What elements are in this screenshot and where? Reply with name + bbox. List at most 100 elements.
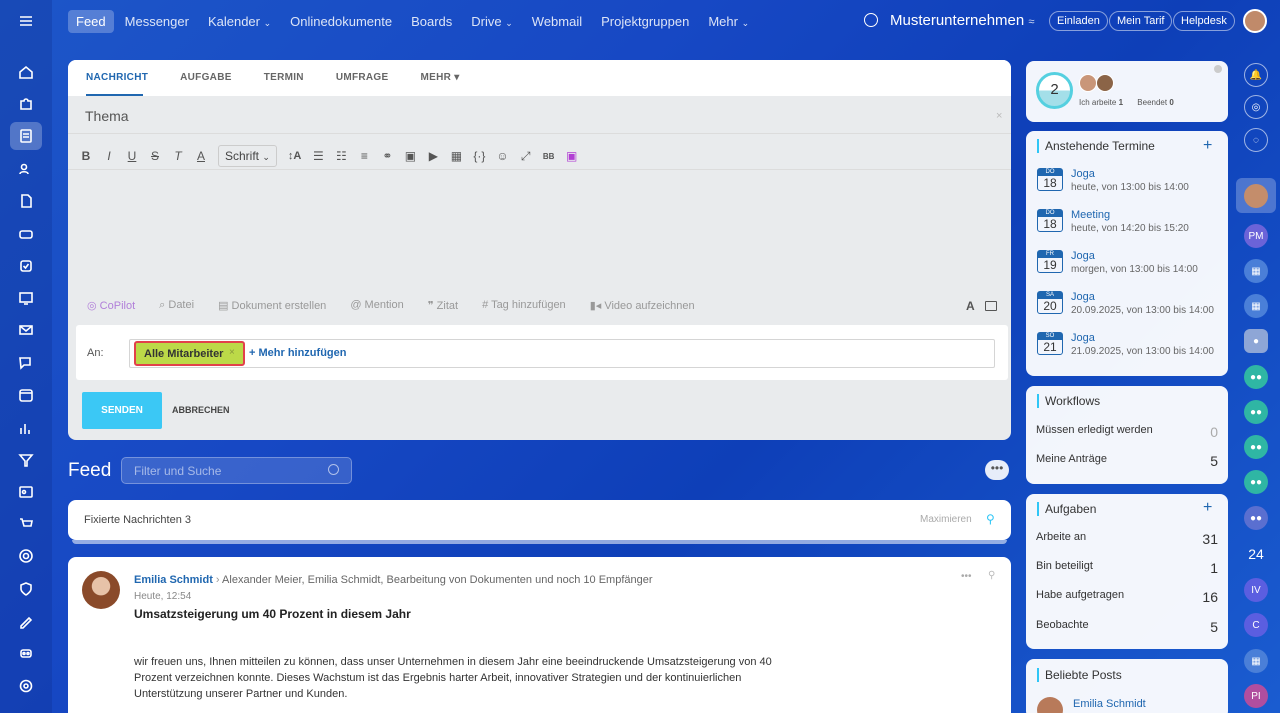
group-chat-icon[interactable]: ●● (1244, 365, 1268, 389)
helpdesk-button[interactable]: Helpdesk (1173, 11, 1235, 31)
contact-card-icon[interactable] (10, 478, 42, 506)
chat-icon[interactable] (10, 349, 42, 377)
cancel-button[interactable]: ABBRECHEN (172, 405, 230, 415)
event-name[interactable]: Joga (1071, 332, 1214, 344)
chat-avatar-iv[interactable]: IV (1244, 578, 1268, 602)
menu-icon[interactable] (10, 7, 42, 35)
record-video-button[interactable]: ▮◂ Video aufzeichnen (590, 299, 695, 312)
tasks-icon[interactable] (10, 252, 42, 280)
event-item[interactable]: DO 18 Joga heute, von 13:00 bis 14:00 (1037, 168, 1189, 193)
fullscreen-icon[interactable]: ⤢ (520, 149, 532, 164)
event-name[interactable]: Joga (1071, 291, 1214, 303)
group-chat-icon[interactable]: ●● (1244, 470, 1268, 494)
add-event-icon[interactable]: + (1203, 137, 1212, 155)
copilot-icon[interactable]: ◎ (1244, 95, 1268, 119)
nav-messenger[interactable]: Messenger (117, 10, 197, 33)
mention-button[interactable]: @ Mention (350, 299, 403, 312)
add-tag-button[interactable]: # Tag hinzufügen (482, 299, 566, 312)
company-name[interactable]: Musterunternehmen ≈ (890, 12, 1034, 29)
group-chat-icon[interactable]: ●● (1244, 435, 1268, 459)
workflow-row[interactable]: Müssen erledigt werden 0 (1036, 424, 1218, 440)
numbered-list-icon[interactable]: ☰ (312, 149, 324, 163)
nav-feed[interactable]: Feed (68, 9, 114, 33)
cart-icon[interactable] (10, 510, 42, 538)
author-avatar[interactable] (82, 571, 120, 609)
chat-avatar-pm[interactable]: PM (1244, 224, 1268, 248)
link-icon[interactable]: ⚭ (381, 149, 393, 163)
post-author[interactable]: Emilia Schmidt (134, 574, 213, 586)
group-avatar[interactable]: ▦ (1244, 649, 1268, 673)
target-icon[interactable] (10, 542, 42, 570)
my-plan-button[interactable]: Mein Tarif (1109, 11, 1173, 31)
settings-icon[interactable] (1214, 65, 1222, 73)
chat-badge-24[interactable]: 24 (1244, 542, 1268, 566)
close-icon[interactable]: × (996, 110, 1002, 122)
tab-event[interactable]: TERMIN (264, 72, 304, 83)
chat-avatar-c[interactable]: C (1244, 613, 1268, 637)
file-button[interactable]: ⌕ Datei (159, 299, 194, 312)
tab-message[interactable]: NACHRICHT (86, 72, 148, 83)
clear-format-icon[interactable]: T (172, 149, 184, 163)
active-chat-avatar[interactable] (1236, 178, 1276, 213)
group-avatar[interactable]: ▦ (1244, 259, 1268, 283)
search-icon[interactable] (864, 13, 878, 27)
event-name[interactable]: Meeting (1071, 209, 1189, 221)
text-format-icon[interactable]: A (966, 299, 975, 313)
pinned-panel[interactable] (68, 500, 1011, 540)
align-icon[interactable]: ≡ (358, 149, 370, 163)
underline-icon[interactable]: U (126, 149, 138, 163)
event-item[interactable]: SO 21 Joga 21.09.2025, von 13:00 bis 14:00 (1037, 332, 1214, 357)
ai-image-icon[interactable]: ▣ (566, 149, 578, 163)
group-chat-icon[interactable]: ●● (1244, 400, 1268, 424)
nav-more[interactable]: Mehr ⌄ (700, 10, 757, 33)
group-avatar[interactable]: ▦ (1244, 294, 1268, 318)
quote-button[interactable]: ❞ Zitat (428, 299, 458, 312)
funnel-icon[interactable] (10, 446, 42, 474)
task-row[interactable]: Arbeite an 31 (1036, 531, 1218, 547)
users-icon[interactable] (10, 155, 42, 183)
font-size-icon[interactable]: ↕A (288, 150, 301, 162)
popular-author[interactable]: Emilia Schmidt (1073, 698, 1146, 710)
more-menu-button[interactable]: ••• (985, 460, 1009, 480)
tab-more[interactable]: MEHR ▾ (420, 72, 459, 83)
tab-poll[interactable]: UMFRAGE (336, 72, 389, 83)
event-name[interactable]: Joga (1071, 168, 1189, 180)
image-icon[interactable]: ▣ (404, 149, 416, 163)
task-row[interactable]: Habe aufgetragen 16 (1036, 589, 1218, 605)
chat-avatar-pi[interactable]: PI (1244, 684, 1268, 708)
user-chat-avatar[interactable]: ● (1244, 329, 1268, 353)
notifications-icon[interactable]: 🔔 (1244, 63, 1268, 87)
nav-boards[interactable]: Boards (403, 10, 460, 33)
invite-button[interactable]: Einladen (1049, 11, 1108, 31)
robot-icon[interactable] (10, 639, 42, 667)
maximize-link[interactable]: Maximieren (920, 514, 972, 525)
remove-tag-icon[interactable]: × (229, 347, 235, 358)
drive-icon[interactable] (10, 220, 42, 248)
strikethrough-icon[interactable]: S (149, 149, 161, 163)
sites-icon[interactable] (10, 284, 42, 312)
bold-icon[interactable]: B (80, 149, 92, 163)
nav-online-documents[interactable]: Onlinedokumente (282, 10, 400, 33)
tab-task[interactable]: AUFGABE (180, 72, 232, 83)
feed-search-input[interactable]: Filter und Suche (121, 457, 352, 484)
chat-bubble-icon[interactable]: ◌ (1244, 128, 1268, 152)
group-chat-icon[interactable]: ●● (1244, 506, 1268, 530)
copilot-button[interactable]: ◎ CoPilot (87, 299, 135, 312)
puzzle-icon[interactable] (10, 90, 42, 118)
feed-icon[interactable] (10, 122, 42, 150)
nav-workgroups[interactable]: Projektgruppen (593, 10, 697, 33)
work-status-ring[interactable]: 2 (1036, 72, 1073, 109)
post-recipients[interactable]: Alexander Meier, Emilia Schmidt, Bearbei… (222, 574, 652, 586)
document-icon[interactable] (10, 187, 42, 215)
font-select[interactable]: Schrift ⌄ (218, 145, 277, 167)
text-color-icon[interactable]: A (195, 149, 207, 163)
task-row[interactable]: Bin beteiligt 1 (1036, 560, 1218, 576)
italic-icon[interactable]: I (103, 149, 115, 163)
settings-icon[interactable] (10, 672, 42, 700)
event-item[interactable]: SA 20 Joga 20.09.2025, von 13:00 bis 14:00 (1037, 291, 1214, 316)
post-pin-icon[interactable]: ⚲ (988, 570, 995, 581)
code-icon[interactable]: {·} (473, 149, 485, 163)
subject-input[interactable]: Thema (85, 108, 129, 124)
video-icon[interactable]: ▶ (427, 149, 439, 163)
home-icon[interactable] (10, 58, 42, 86)
